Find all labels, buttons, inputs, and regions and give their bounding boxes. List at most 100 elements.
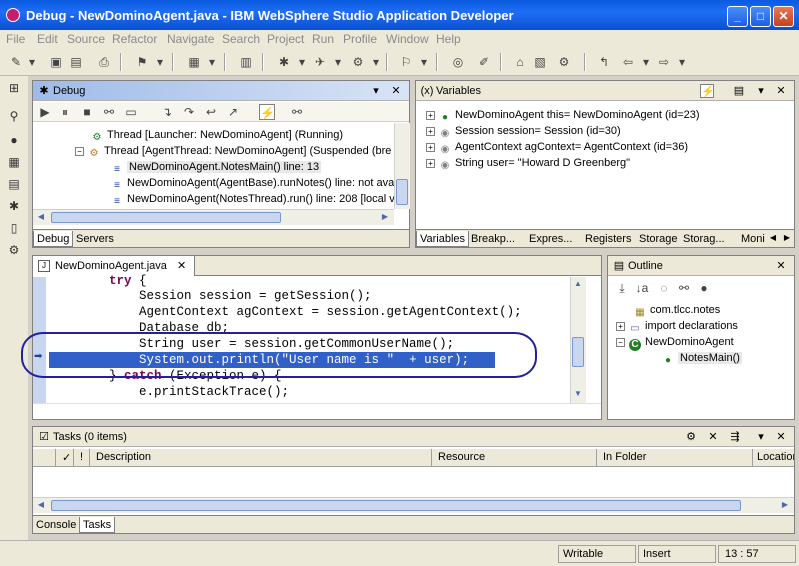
- outline-item-class[interactable]: − C NewDominoAgent: [616, 334, 734, 351]
- hide-nonpublic-icon[interactable]: ●: [696, 280, 712, 296]
- dropdown-arrow-icon[interactable]: ▾: [638, 54, 654, 70]
- expand-icon[interactable]: +: [426, 111, 435, 120]
- tab-console[interactable]: Console: [33, 517, 79, 533]
- debug-hscroll[interactable]: ◀ ▶: [33, 209, 394, 225]
- pencil-icon[interactable]: ✐: [476, 54, 492, 70]
- menu-refactor[interactable]: Refactor: [112, 32, 157, 46]
- java-perspective-icon[interactable]: ▯: [6, 220, 22, 236]
- stack-frame-row[interactable]: ≡ NewDominoAgent(NotesThread).run() line:…: [111, 191, 395, 207]
- menu-source[interactable]: Source: [67, 32, 105, 46]
- scroll-left-icon[interactable]: ◀: [34, 498, 48, 512]
- class-icon[interactable]: ▧: [532, 54, 548, 70]
- tasks-hscroll[interactable]: ◀ ▶: [33, 497, 794, 513]
- close-view-icon[interactable]: ✕: [774, 430, 788, 444]
- editor-vscroll[interactable]: ▲ ▼: [570, 277, 586, 403]
- variable-row[interactable]: + ◉ String user= "Howard D Greenberg": [426, 155, 630, 171]
- column-description[interactable]: Description: [89, 449, 431, 467]
- web-perspective-icon[interactable]: ●: [6, 132, 22, 148]
- open-perspective-icon[interactable]: ⊞: [6, 80, 22, 96]
- new-icon[interactable]: ✎: [8, 54, 24, 70]
- view-menu-icon[interactable]: ▾: [754, 430, 768, 444]
- column-resource[interactable]: Resource: [431, 449, 596, 467]
- save-icon[interactable]: ▣: [48, 54, 64, 70]
- package-icon[interactable]: ⌂: [512, 54, 528, 70]
- last-edit-icon[interactable]: ↰: [596, 54, 612, 70]
- dropdown-arrow-icon[interactable]: ▾: [204, 54, 220, 70]
- book-icon[interactable]: ▥: [238, 54, 254, 70]
- collapse-icon[interactable]: −: [616, 338, 625, 347]
- code-line[interactable]: try {: [49, 273, 147, 289]
- tab-expressions[interactable]: Expres...: [526, 231, 575, 247]
- tab-breakpoints[interactable]: Breakp...: [468, 231, 518, 247]
- variable-row[interactable]: + ◉ Session session= Session (id=30): [426, 123, 621, 139]
- tab-monitors[interactable]: Moni: [738, 231, 768, 247]
- resume-icon[interactable]: ▶: [37, 104, 53, 120]
- menu-help[interactable]: Help: [436, 32, 461, 46]
- expand-icon[interactable]: +: [426, 143, 435, 152]
- code-line[interactable]: AgentContext agContext = session.getAgen…: [49, 304, 522, 320]
- code-line[interactable]: e.printStackTrace();: [49, 384, 289, 400]
- run-to-return-icon[interactable]: ↗: [225, 104, 241, 120]
- view-menu-icon[interactable]: ▾: [369, 84, 383, 98]
- external-tools-icon[interactable]: ⚙: [350, 54, 366, 70]
- collapse-icon[interactable]: −: [75, 147, 84, 156]
- hierarchy-icon[interactable]: ⚲: [6, 108, 22, 124]
- thread-launcher-row[interactable]: ⚙ Thread [Launcher: NewDominoAgent] (Runn…: [91, 127, 344, 143]
- maximize-button[interactable]: □: [750, 6, 771, 27]
- step-over-icon[interactable]: ↷: [181, 104, 197, 120]
- minimize-button[interactable]: _: [727, 6, 748, 27]
- print-icon[interactable]: ⎙: [96, 54, 112, 70]
- new-task-icon[interactable]: ⚙: [684, 430, 698, 444]
- expand-icon[interactable]: +: [426, 127, 435, 136]
- hide-static-icon[interactable]: ⚯: [676, 280, 692, 296]
- remove-terminated-icon[interactable]: ▭: [123, 104, 139, 120]
- scroll-up-icon[interactable]: ▲: [571, 277, 585, 291]
- tab-registers[interactable]: Registers: [582, 231, 634, 247]
- scroll-right-icon[interactable]: ▶: [778, 498, 792, 512]
- view-menu-icon[interactable]: ▾: [754, 84, 768, 98]
- scroll-left-icon[interactable]: ◀: [34, 210, 48, 224]
- forward-icon[interactable]: ⇨: [656, 54, 672, 70]
- dropdown-arrow-icon[interactable]: ▾: [330, 54, 346, 70]
- disconnect-icon[interactable]: ⚯: [101, 104, 117, 120]
- outline-item-imports[interactable]: + ▭ import declarations: [616, 318, 738, 334]
- filter-icon[interactable]: ⇶: [728, 430, 742, 444]
- data-perspective-icon[interactable]: ▤: [6, 176, 22, 192]
- debug-vscroll[interactable]: [394, 123, 410, 209]
- profile-icon[interactable]: ⚐: [398, 54, 414, 70]
- dropdown-arrow-icon[interactable]: ▾: [294, 54, 310, 70]
- show-qualified-icon[interactable]: ⚯: [289, 104, 305, 120]
- gears-icon[interactable]: ⚙: [556, 54, 572, 70]
- save-all-icon[interactable]: ▤: [68, 54, 84, 70]
- tab-storage[interactable]: Storage: [636, 231, 681, 247]
- step-into-icon[interactable]: ↴: [159, 104, 175, 120]
- tab-tasks[interactable]: Tasks: [79, 517, 116, 533]
- column-in-folder[interactable]: In Folder: [596, 449, 752, 467]
- go-into-icon[interactable]: ⤓: [614, 280, 630, 296]
- step-return-icon[interactable]: ↩: [203, 104, 219, 120]
- menu-profile[interactable]: Profile: [343, 32, 377, 46]
- step-filter-icon[interactable]: ⚡: [259, 104, 275, 120]
- stack-frame-row[interactable]: ≡ NewDominoAgent.NotesMain() line: 13: [111, 159, 322, 175]
- sort-icon[interactable]: ↓a: [634, 280, 650, 296]
- close-button[interactable]: ✕: [773, 6, 794, 27]
- dropdown-arrow-icon[interactable]: ▾: [416, 54, 432, 70]
- close-view-icon[interactable]: ✕: [774, 259, 788, 273]
- j2ee-perspective-icon[interactable]: ▦: [6, 154, 22, 170]
- menu-project[interactable]: Project: [267, 32, 304, 46]
- menu-navigate[interactable]: Navigate: [167, 32, 214, 46]
- variable-row[interactable]: + ● NewDominoAgent this= NewDominoAgent (i…: [426, 107, 700, 123]
- menu-file[interactable]: File: [6, 32, 25, 46]
- tab-debug[interactable]: Debug: [33, 231, 74, 247]
- dropdown-arrow-icon[interactable]: ▾: [24, 54, 40, 70]
- server-perspective-icon[interactable]: ⚙: [6, 242, 22, 258]
- debug-icon[interactable]: ✱: [276, 54, 292, 70]
- outline-item-method[interactable]: ● NotesMain(): [662, 350, 742, 366]
- hide-fields-icon[interactable]: ◌: [656, 280, 672, 296]
- expand-icon[interactable]: +: [426, 159, 435, 168]
- variable-row[interactable]: + ◉ AgentContext agContext= AgentContext (…: [426, 139, 688, 155]
- outline-item-package[interactable]: ▦ com.tlcc.notes: [634, 302, 720, 318]
- scroll-right-icon[interactable]: ▶: [378, 210, 392, 224]
- menu-run[interactable]: Run: [312, 32, 334, 46]
- tab-variables[interactable]: Variables: [416, 231, 470, 247]
